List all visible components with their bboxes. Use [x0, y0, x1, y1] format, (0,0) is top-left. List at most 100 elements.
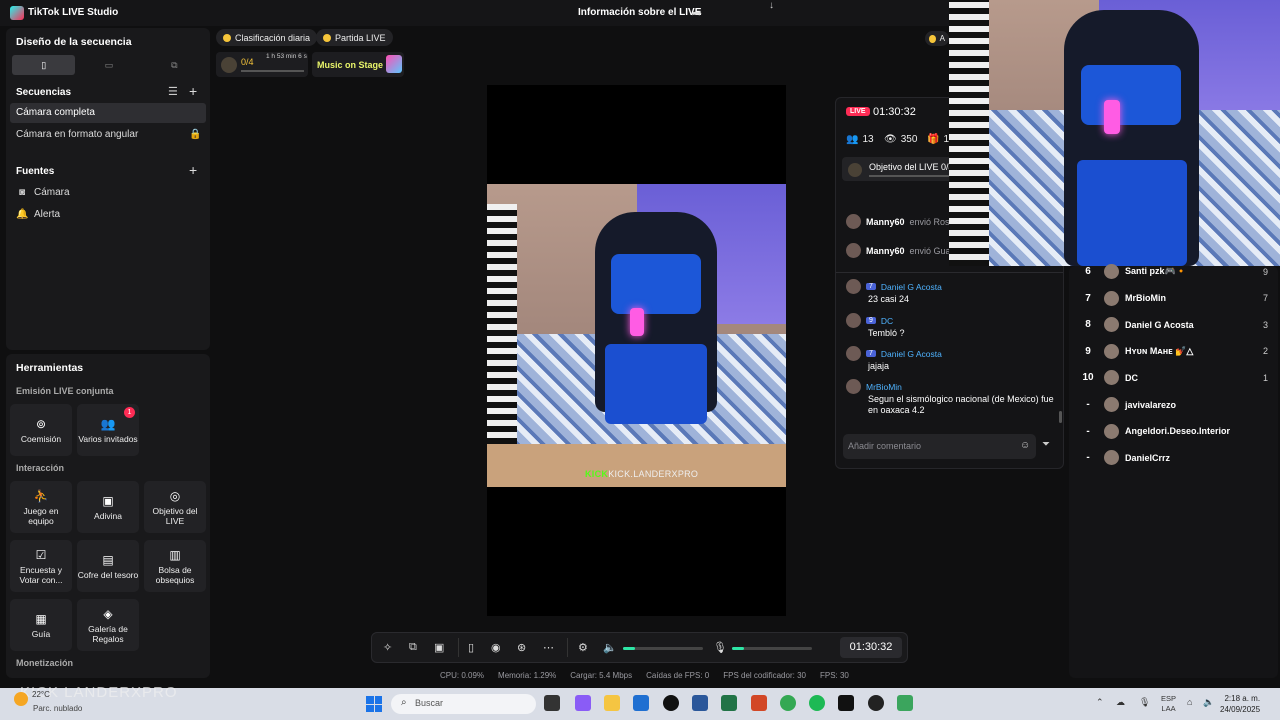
windows-start-icon[interactable]: [366, 696, 382, 712]
message-user[interactable]: DC: [881, 316, 893, 326]
performance-stats: CPU: 0.09% Memoria: 1.29% Cargar: 5.4 Mb…: [440, 671, 849, 680]
source-item-alert[interactable]: 🔔 Alerta: [16, 209, 60, 220]
rank-number: -: [1086, 399, 1090, 410]
ranking-row[interactable]: 6 Santi pzk🎮🔸 9: [1078, 264, 1268, 279]
match-avatar: [221, 57, 237, 73]
excel-icon[interactable]: [721, 695, 737, 711]
copilot-icon[interactable]: [575, 695, 591, 711]
daily-ranking-chip[interactable]: Clasificación diaria: [216, 29, 318, 46]
emoji-icon[interactable]: ☺: [1020, 440, 1030, 451]
sequence-item[interactable]: Cámara en formato angular: [10, 125, 206, 145]
landscape-button[interactable]: ▭: [77, 55, 140, 75]
ranking-row[interactable]: - DanielCrrz: [1078, 450, 1268, 466]
speaker-icon[interactable]: 🔈: [603, 641, 617, 654]
filter-icon[interactable]: ⏷: [1042, 439, 1050, 450]
phone-icon[interactable]: ▯: [468, 641, 474, 654]
task-view-icon[interactable]: [544, 695, 560, 711]
guess-icon: ▣: [102, 493, 114, 508]
volume-fill: [623, 647, 635, 650]
camera-overlay: [949, 0, 1280, 266]
spotify-icon[interactable]: [809, 695, 825, 711]
microphone-icon[interactable]: 🎙: [713, 641, 727, 654]
avatar: [1104, 370, 1119, 386]
tool-live-goal[interactable]: ◎ Objetivo del LIVE: [144, 481, 206, 533]
add-sequence-plus-icon[interactable]: +: [189, 83, 197, 99]
tool-treasure-chest[interactable]: ▤ Cofre del tesoro: [77, 540, 139, 592]
tool-label: Varios invitados: [78, 433, 138, 444]
ranking-row[interactable]: - Angeldori.Deseo.Interior: [1078, 423, 1268, 439]
share-icon[interactable]: ➦: [692, 6, 702, 20]
chat-scrollbar[interactable]: [1059, 411, 1062, 423]
taskbar-search[interactable]: Buscar: [391, 694, 536, 714]
cpu-stat: CPU: 0.09%: [440, 671, 485, 680]
live-info-title[interactable]: Información sobre el LIVE: [578, 7, 701, 18]
add-source-plus-icon[interactable]: +: [189, 162, 197, 178]
message-user[interactable]: MrBioMin: [866, 382, 902, 392]
tool-gift-bag[interactable]: ▥ Bolsa de obsequios: [144, 540, 206, 592]
volume-icon[interactable]: 🔈: [1203, 697, 1214, 708]
coin-icon: [223, 33, 231, 42]
tray-app-icon[interactable]: ☁: [1116, 697, 1125, 708]
store-icon[interactable]: [633, 695, 649, 711]
network-icon[interactable]: ⌂: [1187, 697, 1192, 707]
tiktok-live-studio-icon[interactable]: [838, 695, 854, 711]
powerpoint-icon[interactable]: [751, 695, 767, 711]
language-indicator[interactable]: ESP LAA: [1161, 694, 1176, 714]
app-icon[interactable]: [897, 695, 913, 711]
word-icon[interactable]: [692, 695, 708, 711]
file-explorer-icon[interactable]: [604, 695, 620, 711]
tray-chevron-icon[interactable]: ⌃: [1096, 697, 1104, 708]
rank-score: 3: [1262, 319, 1268, 330]
list-icon[interactable]: ☰: [168, 85, 178, 98]
mic-slider[interactable]: [732, 647, 812, 650]
tool-poll[interactable]: ☑ Encuesta y Votar con...: [10, 540, 72, 592]
arrow-down-icon: ↓: [769, 0, 774, 11]
ranking-row[interactable]: 9 Hʏᴜɴ Mᴀнᴇ 💅△ 2: [1078, 343, 1268, 359]
replay-icon[interactable]: ⊛: [517, 641, 526, 654]
tray-mic-icon[interactable]: 🎙: [1139, 697, 1150, 708]
live-match-chip[interactable]: Partida LIVE: [316, 29, 393, 46]
weather-icon[interactable]: [14, 692, 28, 706]
tool-team-game[interactable]: ⛹ Juego en equipo: [10, 481, 72, 533]
dual-button[interactable]: ⧉: [143, 55, 206, 75]
chrome-icon[interactable]: [780, 695, 796, 711]
tool-guess[interactable]: ▣ Adivina: [77, 481, 139, 533]
avatar: [846, 346, 861, 361]
volume-slider[interactable]: [623, 647, 703, 650]
sequence-item[interactable]: Cámara completa: [10, 103, 206, 123]
monetization-title: Monetización: [16, 658, 74, 668]
ranking-row[interactable]: 10 DC 1: [1078, 370, 1268, 386]
add-source-icon[interactable]: ⧉: [409, 641, 417, 654]
portrait-button[interactable]: ▯: [12, 55, 76, 75]
comment-input[interactable]: Añadir comentario: [843, 434, 1036, 459]
app-icon[interactable]: [868, 695, 884, 711]
tool-gift-gallery[interactable]: ◈ Galería de Regalos: [77, 599, 139, 651]
layout-icon[interactable]: ▣: [434, 641, 444, 654]
obs-icon[interactable]: [663, 695, 679, 711]
magic-wand-icon[interactable]: ✧: [383, 641, 392, 654]
poll-icon: ☑: [35, 547, 47, 562]
stat-value: 350: [900, 134, 918, 145]
avatar: [1104, 423, 1119, 439]
ranking-row[interactable]: - javivalarezo: [1078, 397, 1268, 412]
fps-stat: FPS: 30: [819, 671, 849, 680]
right-chip[interactable]: A: [925, 31, 949, 46]
tool-cohost[interactable]: ⊚ Coemisión: [10, 404, 72, 456]
tool-label: Bolsa de obsequios: [155, 564, 195, 585]
system-clock[interactable]: 2:18 a. m. 24/09/2025: [1220, 693, 1260, 715]
goal-progress: [869, 175, 959, 177]
message-user[interactable]: Daniel G Acosta: [881, 349, 942, 359]
microphone: [1104, 100, 1120, 134]
chat-divider: [836, 272, 1063, 273]
tool-guide[interactable]: ▦ Guía: [10, 599, 72, 651]
ranking-row[interactable]: 8 Daniel G Acosta 3: [1078, 317, 1268, 333]
record-icon[interactable]: ◉: [491, 641, 501, 654]
source-item-camera[interactable]: ◙ Cámara: [16, 187, 70, 198]
level-badge: 7: [866, 350, 876, 357]
settings-sliders-icon[interactable]: ⚙: [578, 641, 588, 654]
rank-user: DC: [1125, 372, 1138, 383]
gift-text: envió Rosa: [909, 216, 955, 227]
more-icon[interactable]: ⋯: [543, 641, 554, 654]
message-user[interactable]: Daniel G Acosta: [881, 282, 942, 292]
ranking-row[interactable]: 7 MrBioMin 7: [1078, 290, 1268, 306]
